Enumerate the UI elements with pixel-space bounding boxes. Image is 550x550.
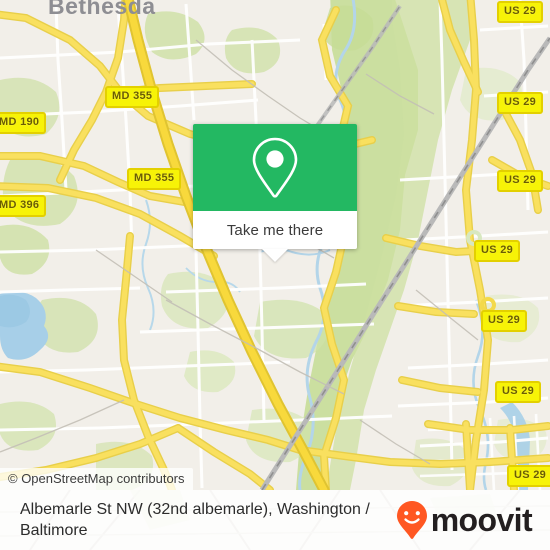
road-shield-us-29-5[interactable]: US 29 xyxy=(481,310,528,332)
map-screenshot: Bethesda MD 355 MD 190 MD 355 MD 396 US … xyxy=(0,0,550,550)
road-shield-us-29-3[interactable]: US 29 xyxy=(497,170,544,192)
popup-tail xyxy=(262,249,288,262)
road-shield-us-29-6[interactable]: US 29 xyxy=(495,381,542,403)
road-shield-us-29-4[interactable]: US 29 xyxy=(474,240,521,262)
popup-icon-area xyxy=(193,124,357,211)
map-place-label-bethesda: Bethesda xyxy=(48,0,156,19)
location-popup[interactable]: Take me there xyxy=(193,124,357,262)
moovit-wordmark: moovit xyxy=(430,502,533,538)
popup-action-area[interactable]: Take me there xyxy=(193,211,357,262)
footer-bar: Albemarle St NW (32nd albemarle), Washin… xyxy=(0,490,550,550)
road-shield-md-396[interactable]: MD 396 xyxy=(0,195,47,217)
osm-attribution[interactable]: © OpenStreetMap contributors xyxy=(0,468,193,490)
take-me-there-label: Take me there xyxy=(226,221,324,239)
road-shield-md-190[interactable]: MD 190 xyxy=(0,112,47,134)
map-pin-icon xyxy=(252,137,298,198)
moovit-smiley-pin-icon xyxy=(396,501,427,539)
road-shield-us-29-1[interactable]: US 29 xyxy=(497,1,544,23)
moovit-logo[interactable]: moovit xyxy=(395,500,533,540)
road-shield-md-355-mid[interactable]: MD 355 xyxy=(127,168,182,190)
road-shield-us-29-7[interactable]: US 29 xyxy=(507,465,550,487)
road-shield-us-29-2[interactable]: US 29 xyxy=(497,92,544,114)
road-shield-md-355-north[interactable]: MD 355 xyxy=(105,86,160,108)
map-canvas[interactable]: Bethesda MD 355 MD 190 MD 355 MD 396 US … xyxy=(0,0,550,490)
location-title: Albemarle St NW (32nd albemarle), Washin… xyxy=(20,501,370,539)
